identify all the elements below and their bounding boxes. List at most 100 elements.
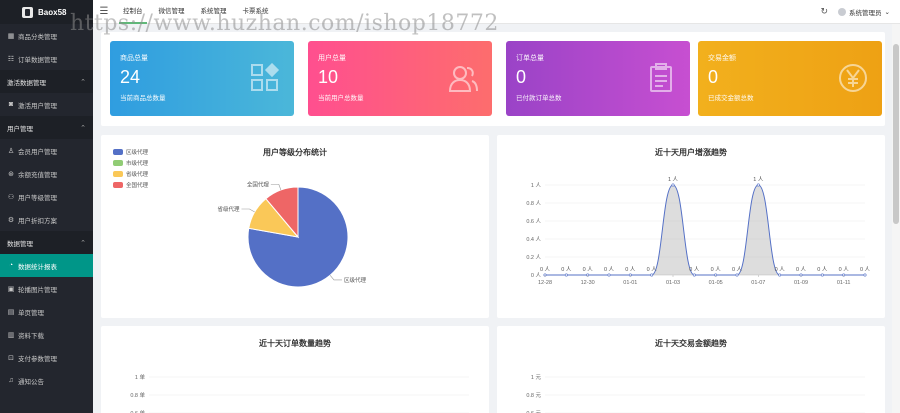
y-tick-label: 0.4 人 xyxy=(526,236,541,243)
y-tick-label: 1 单 xyxy=(135,373,146,381)
sidebar-item-label: 支付参数管理 xyxy=(18,355,57,363)
data-label: 0 人 xyxy=(817,266,828,273)
data-point xyxy=(607,273,611,277)
data-point xyxy=(564,273,568,277)
data-label: 0 人 xyxy=(647,266,658,273)
data-label: 0 人 xyxy=(839,266,850,273)
data-label: 0 人 xyxy=(689,266,700,273)
sidebar-item-label: 通知公告 xyxy=(18,378,44,386)
stat-card-orders: 订单总量 0 已付款订单总数 xyxy=(506,41,690,116)
data-label: 0 人 xyxy=(732,266,743,273)
area-fill xyxy=(545,185,865,275)
scrollbar-thumb[interactable] xyxy=(893,44,899,224)
x-tick-label: 01-09 xyxy=(794,280,808,286)
sidebar-group-label: 数据管理 xyxy=(7,240,33,248)
brand-name: Baox58 xyxy=(38,7,67,17)
sidebar-item-banner[interactable]: ▣ 轮播图片管理 xyxy=(0,277,93,300)
sidebar-item-label: 用户等级管理 xyxy=(18,194,57,202)
x-tick-label: 01-07 xyxy=(751,280,765,286)
data-label: 0 人 xyxy=(860,266,871,273)
grid-icon: ▦ xyxy=(7,32,15,40)
chevron-up-icon: ⌃ xyxy=(80,239,86,247)
sidebar-menu: ▦ 商品分类管理 ☷ 订单数据管理 激活数据管理 ⌃ ◙ 激活用户管理 用户管理 ⌃ ♙ 会员用户管理… xyxy=(0,24,93,392)
user-name: 系统管理员 xyxy=(849,9,882,17)
data-label: 0 人 xyxy=(625,266,636,273)
sidebar-group-data[interactable]: 数据管理 ⌃ xyxy=(0,231,93,254)
stats-panel: 商品总量 24 当前商品总数量 用户总量 10 当前用户总数量 订单总量 0 已… xyxy=(101,32,885,126)
tab-console[interactable]: 控制台 xyxy=(115,0,151,24)
top-nav: 控制台 微信管理 系统管理 卡票系统 xyxy=(115,0,277,24)
sidebar-group-users[interactable]: 用户管理 ⌃ xyxy=(0,116,93,139)
member-icon: ♙ xyxy=(7,147,15,155)
sidebar-item-label: 资料下载 xyxy=(18,332,44,340)
level-icon: ⚇ xyxy=(7,193,15,201)
sidebar-item-label: 商品分类管理 xyxy=(18,33,57,41)
menu-toggle-icon[interactable]: ☰ xyxy=(93,6,115,17)
user-growth-panel: 近十天用户增涨趋势 0 人 0.2 人 0.4 人 0.6 人 0.8 人1 人0 人0… xyxy=(497,135,885,318)
main-content: 商品总量 24 当前商品总数量 用户总量 10 当前用户总数量 订单总量 0 已… xyxy=(93,24,892,413)
y-tick-label: 1 人 xyxy=(531,182,542,189)
data-point xyxy=(650,273,654,277)
chevron-down-icon: ⌄ xyxy=(884,8,890,16)
sidebar: Baox58 ▦ 商品分类管理 ☷ 订单数据管理 激活数据管理 ⌃ ◙ 激活用户管理 用户管理 ⌃… xyxy=(0,0,93,413)
y-tick-label: 1 元 xyxy=(531,374,542,381)
refresh-icon[interactable]: ↻ xyxy=(821,6,829,17)
sidebar-item-pages[interactable]: ▤ 单页管理 xyxy=(0,300,93,323)
sidebar-item-label: 会员用户管理 xyxy=(18,148,57,156)
amount-trend-panel: 近十天交易金额趋势 0.6 元0.8 元1 元 xyxy=(497,326,885,413)
stat-label: 订单总量 xyxy=(516,55,544,62)
sidebar-item-report[interactable]: ◔ 数据统计报表 xyxy=(0,254,93,277)
sidebar-item-payment[interactable]: ⊡ 支付参数管理 xyxy=(0,346,93,369)
sidebar-item-levels[interactable]: ⚇ 用户等级管理 xyxy=(0,185,93,208)
sidebar-item-orders[interactable]: ☷ 订单数据管理 xyxy=(0,47,93,70)
scrollbar[interactable] xyxy=(892,24,900,413)
data-label: 0 人 xyxy=(604,266,615,273)
pie-leader-line xyxy=(270,184,282,191)
sidebar-item-notice[interactable]: ♫ 通知公告 xyxy=(0,369,93,392)
y-tick-label: 0.6 人 xyxy=(526,218,541,225)
page-icon: ▤ xyxy=(7,308,15,316)
brand[interactable]: Baox58 xyxy=(0,0,93,24)
logo-icon xyxy=(22,6,33,18)
data-point xyxy=(692,273,696,277)
sidebar-item-downloads[interactable]: ▥ 资料下载 xyxy=(0,323,93,346)
order-trend-panel: 近十天订单数量趋势 0.6 单0.8 单1 单 xyxy=(101,326,489,413)
stat-desc: 当前用户总数量 xyxy=(318,95,364,102)
sidebar-group-label: 激活数据管理 xyxy=(7,79,46,87)
yen-icon xyxy=(839,64,867,92)
order-trend-chart: 0.6 单 0.8 单 1 单 xyxy=(130,373,469,413)
avatar xyxy=(838,7,847,16)
sidebar-item-discount[interactable]: ⚙ 用户折扣方案 xyxy=(0,208,93,231)
stat-card-users: 用户总量 10 当前用户总数量 xyxy=(308,41,492,116)
x-tick-label: 01-01 xyxy=(623,280,637,286)
tab-system[interactable]: 系统管理 xyxy=(193,0,235,24)
tab-card-system[interactable]: 卡票系统 xyxy=(235,0,277,24)
data-label: 0 人 xyxy=(711,266,722,273)
sidebar-group-activation[interactable]: 激活数据管理 ⌃ xyxy=(0,70,93,93)
sidebar-item-members[interactable]: ♙ 会员用户管理 xyxy=(0,139,93,162)
pie-slice-label: 全国代理 xyxy=(247,180,270,188)
stat-label: 商品总量 xyxy=(120,55,148,62)
data-label: 0 人 xyxy=(540,266,551,273)
y-tick-label: 0 人 xyxy=(531,272,542,279)
data-label: 0 人 xyxy=(561,266,572,273)
data-point xyxy=(863,273,867,277)
data-label: 0 人 xyxy=(796,266,807,273)
data-point xyxy=(671,183,675,187)
sidebar-item-recharge[interactable]: ⊛ 余额充值管理 xyxy=(0,162,93,185)
sidebar-item-label: 数据统计报表 xyxy=(18,263,57,271)
pie-leader-line xyxy=(241,208,255,213)
stat-desc: 当前商品总数量 xyxy=(120,95,166,102)
sidebar-item-category[interactable]: ▦ 商品分类管理 xyxy=(0,24,93,47)
user-menu[interactable]: 系统管理员 ⌄ xyxy=(838,7,890,17)
sidebar-item-activated-users[interactable]: ◙ 激活用户管理 xyxy=(0,93,93,116)
gear-icon: ⚙ xyxy=(7,216,15,224)
stat-label: 交易金额 xyxy=(708,55,736,62)
data-label: 0 人 xyxy=(583,266,594,273)
user-icon: ◙ xyxy=(8,101,14,108)
sidebar-group-label: 用户管理 xyxy=(7,125,33,133)
y-tick-label: 0.6 单 xyxy=(130,409,145,413)
wallet-icon: ⊡ xyxy=(8,354,14,362)
tab-wechat[interactable]: 微信管理 xyxy=(151,0,193,24)
sidebar-item-label: 单页管理 xyxy=(18,309,44,317)
